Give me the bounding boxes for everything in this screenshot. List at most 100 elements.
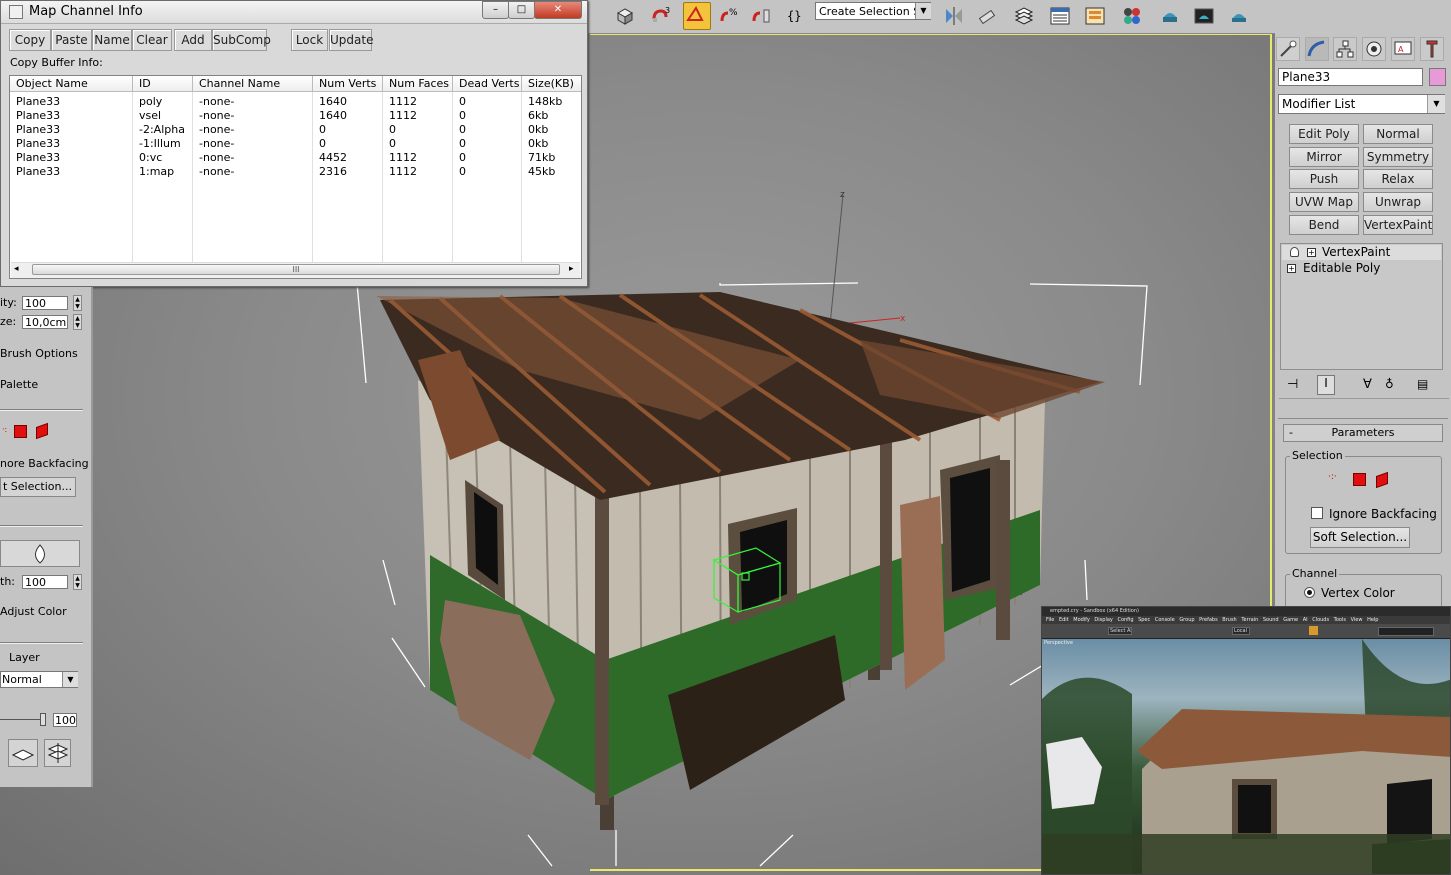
menu-item[interactable]: Config Spec bbox=[1117, 617, 1150, 623]
vertex-select-icon[interactable]: ·:· bbox=[1328, 472, 1337, 482]
add-button[interactable]: Add bbox=[174, 29, 212, 51]
column-header-object-name[interactable]: Object Name bbox=[10, 76, 133, 92]
palette-button[interactable]: Palette bbox=[0, 378, 38, 391]
maximize-button[interactable]: □ bbox=[508, 1, 535, 19]
column-header-size[interactable]: Size(KB) bbox=[522, 76, 581, 92]
configure-modifier-sets-icon[interactable]: ▤ bbox=[1417, 377, 1428, 391]
new-layer-button[interactable] bbox=[8, 739, 38, 767]
opacity-slider-track[interactable] bbox=[0, 719, 44, 720]
chevron-down-icon[interactable]: ▼ bbox=[1427, 95, 1445, 113]
update-button[interactable]: Update bbox=[329, 29, 373, 51]
menu-item[interactable]: Display bbox=[1094, 617, 1112, 623]
menu-item[interactable]: Clouds bbox=[1312, 617, 1329, 623]
menu-item[interactable]: Help bbox=[1367, 617, 1378, 623]
graphite-ribbon-icon[interactable] bbox=[1049, 5, 1071, 27]
copy-button[interactable]: Copy bbox=[9, 29, 51, 51]
expand-icon[interactable]: + bbox=[1307, 248, 1316, 257]
paint-brush-button[interactable] bbox=[0, 540, 80, 567]
display-tab[interactable]: A bbox=[1391, 37, 1415, 61]
column-header-channel-name[interactable]: Channel Name bbox=[193, 76, 313, 92]
strength-spinner[interactable]: ▲ ▼ bbox=[73, 574, 82, 590]
normal-button[interactable]: Normal bbox=[1363, 124, 1433, 144]
chevron-down-icon[interactable]: ▼ bbox=[915, 3, 931, 19]
relax-button[interactable]: Relax bbox=[1363, 169, 1433, 189]
strength-field[interactable]: 100 bbox=[22, 575, 68, 589]
condense-layers-button[interactable] bbox=[44, 739, 71, 767]
menu-item[interactable]: Console bbox=[1155, 617, 1175, 623]
name-button[interactable]: Name bbox=[92, 29, 132, 51]
menu-item[interactable]: Tools bbox=[1334, 617, 1346, 623]
scroll-thumb[interactable]: III bbox=[32, 264, 560, 275]
scroll-right-icon[interactable]: ▸ bbox=[569, 264, 574, 274]
minimize-button[interactable]: – bbox=[482, 1, 509, 19]
unwrap-uvw-button[interactable]: Unwrap UVW bbox=[1363, 192, 1433, 227]
scroll-left-icon[interactable]: ◂ bbox=[14, 264, 19, 274]
sandbox-viewport[interactable]: Perspective bbox=[1042, 639, 1450, 874]
column-header-id[interactable]: ID bbox=[133, 76, 193, 92]
menu-item[interactable]: Brush bbox=[1222, 617, 1236, 623]
subcomp-button[interactable]: SubComp bbox=[212, 29, 271, 51]
opacity-field[interactable]: 100 bbox=[22, 296, 68, 310]
expand-icon[interactable]: + bbox=[1287, 264, 1296, 273]
motion-tab[interactable] bbox=[1362, 37, 1386, 61]
opacity-spinner[interactable]: ▲ ▼ bbox=[73, 295, 82, 311]
paste-button[interactable]: Paste bbox=[51, 29, 92, 51]
edit-poly-button[interactable]: Edit Poly bbox=[1289, 124, 1359, 144]
channel-list[interactable]: Object Name ID Channel Name Num Verts Nu… bbox=[9, 75, 582, 279]
uvw-map-button[interactable]: UVW Map bbox=[1289, 192, 1359, 212]
lightbulb-icon[interactable] bbox=[1290, 247, 1299, 257]
bend-button[interactable]: Bend bbox=[1289, 215, 1359, 235]
rendered-frame-icon[interactable] bbox=[1193, 5, 1215, 27]
percent-snap-icon[interactable]: % bbox=[718, 5, 740, 27]
teapot-box-icon[interactable] bbox=[614, 5, 636, 27]
close-button[interactable]: ✕ bbox=[534, 1, 582, 19]
object-color-swatch[interactable] bbox=[1429, 68, 1446, 86]
edit-named-sets-icon[interactable]: {} bbox=[785, 5, 807, 27]
ignore-backfacing-checkbox[interactable] bbox=[1311, 507, 1323, 519]
menu-item[interactable]: AI bbox=[1303, 617, 1308, 623]
show-end-result-icon[interactable]: Ⅰ bbox=[1317, 375, 1335, 395]
adjust-color-button[interactable]: Adjust Color bbox=[0, 605, 67, 618]
lock-button[interactable]: Lock bbox=[291, 29, 328, 51]
remove-modifier-icon[interactable]: ♁ bbox=[1385, 377, 1394, 391]
layers-icon[interactable] bbox=[1013, 5, 1035, 27]
align-icon[interactable] bbox=[976, 5, 998, 27]
push-button[interactable]: Push bbox=[1289, 169, 1359, 189]
chevron-down-icon[interactable]: ▼ bbox=[62, 672, 78, 687]
face-select-icon[interactable] bbox=[1353, 473, 1366, 486]
menu-item[interactable]: Game bbox=[1283, 617, 1298, 623]
menu-item[interactable]: Sound bbox=[1263, 617, 1279, 623]
size-spinner[interactable]: ▲ ▼ bbox=[73, 314, 82, 330]
collapse-icon[interactable]: - bbox=[1289, 425, 1293, 441]
menu-item[interactable]: Terrain bbox=[1241, 617, 1258, 623]
object-name-field[interactable]: Plane33 bbox=[1278, 68, 1423, 86]
render-setup-icon[interactable] bbox=[1159, 5, 1181, 27]
snap-toggle-icon[interactable] bbox=[1309, 626, 1318, 635]
make-unique-icon[interactable]: ∀ bbox=[1363, 377, 1372, 392]
mirror-button[interactable]: Mirror bbox=[1289, 147, 1359, 167]
element-select-icon[interactable] bbox=[36, 422, 48, 440]
ignore-backfacing-label[interactable]: nore Backfacing bbox=[0, 457, 89, 470]
create-tab[interactable] bbox=[1276, 37, 1300, 61]
selection-set-dropdown[interactable]: Create Selection Set bbox=[815, 2, 931, 20]
symmetry-button[interactable]: Symmetry bbox=[1363, 147, 1433, 167]
search-input[interactable] bbox=[1378, 627, 1434, 636]
modifier-list-dropdown[interactable]: Modifier List bbox=[1278, 94, 1445, 114]
select-all-dropdown[interactable]: Select All bbox=[1108, 627, 1132, 635]
soft-selection-button[interactable]: t Selection... bbox=[0, 477, 76, 497]
menu-item[interactable]: Edit bbox=[1059, 617, 1069, 623]
mirror-icon[interactable] bbox=[943, 5, 965, 27]
clear-button[interactable]: Clear bbox=[132, 29, 172, 51]
stack-item-editable-poly[interactable]: + Editable Poly bbox=[1282, 261, 1441, 276]
snap-3-icon[interactable]: 3 bbox=[650, 5, 672, 27]
modify-tab[interactable] bbox=[1305, 37, 1329, 61]
render-teapot-icon[interactable] bbox=[1228, 5, 1250, 27]
vertex-select-icon[interactable]: ·: bbox=[2, 425, 7, 434]
column-header-num-verts[interactable]: Num Verts bbox=[313, 76, 383, 92]
size-field[interactable]: 10,0cm bbox=[22, 315, 68, 329]
parameters-rollout-header[interactable]: - Parameters bbox=[1283, 424, 1443, 442]
opacity-slider-thumb[interactable] bbox=[40, 713, 46, 726]
menu-item[interactable]: Group bbox=[1179, 617, 1194, 623]
vertex-color-radio[interactable] bbox=[1304, 587, 1315, 598]
curve-editor-icon[interactable] bbox=[1084, 5, 1106, 27]
